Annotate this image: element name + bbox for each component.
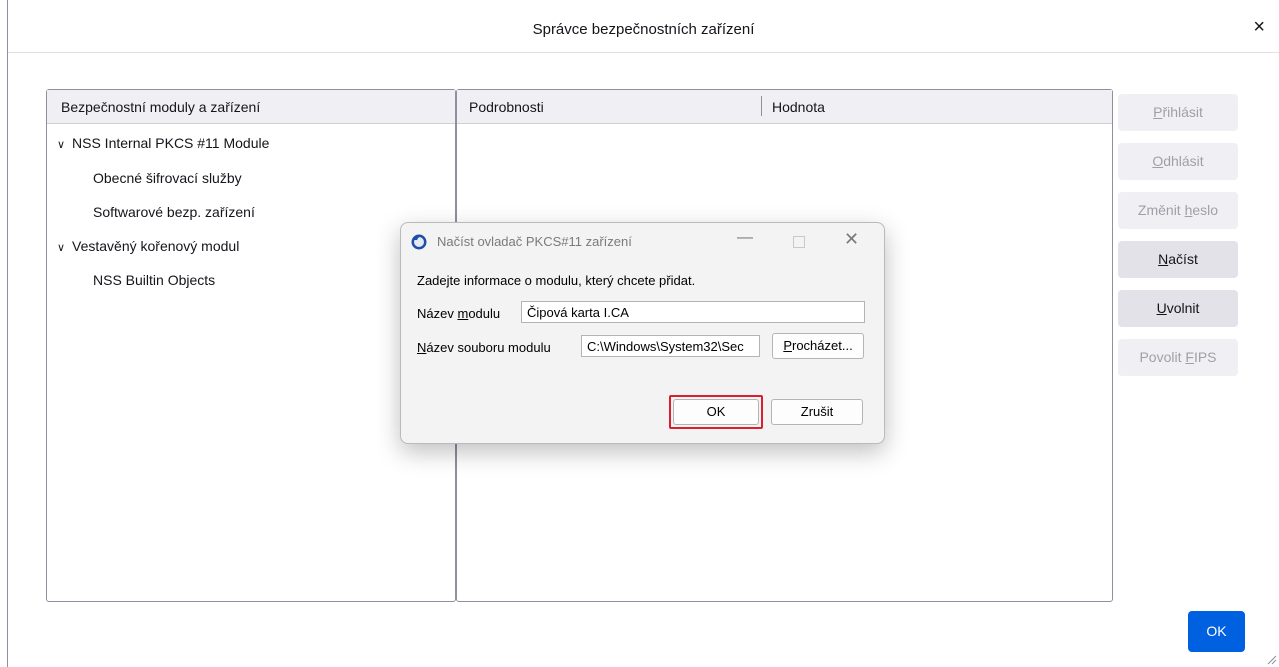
browse-button[interactable]: Procházet... [772,333,864,359]
title-bar: Správce bezpečnostních zařízení × [8,0,1279,53]
tree-item-software-device[interactable]: Softwarové bezp. zařízení [93,204,255,220]
module-name-input[interactable]: Čipová karta I.CA [521,301,865,323]
tree-header: Bezpečnostní moduly a zařízení [47,90,455,124]
close-icon[interactable]: × [1253,16,1265,38]
window-title: Správce bezpečnostních zařízení [532,21,755,38]
minimize-icon[interactable]: — [737,229,753,247]
module-name-label: Název modulu [417,306,501,321]
chevron-down-icon[interactable]: ∨ [57,241,69,254]
dialog-cancel-button[interactable]: Zrušit [771,399,863,425]
dialog-body: Zadejte informace o modulu, který chcete… [401,261,884,443]
dialog-title: Načíst ovladač PKCS#11 zařízení [437,234,632,249]
column-value[interactable]: Hodnota [772,99,825,115]
enable-fips-button[interactable]: Povolit FIPS [1118,339,1238,376]
column-details[interactable]: Podrobnosti [469,99,544,115]
module-file-input[interactable]: C:\Windows\System32\Sec [581,335,760,357]
load-pkcs11-dialog: Načíst ovladač PKCS#11 zařízení — ✕ Zade… [400,222,885,444]
tree-item-generic-crypto[interactable]: Obecné šifrovací služby [93,170,242,186]
logout-button[interactable]: Odhlásit [1118,143,1238,180]
dialog-instruction: Zadejte informace o modulu, který chcete… [417,273,696,288]
maximize-icon[interactable] [793,236,805,248]
tree-header-label: Bezpečnostní moduly a zařízení [61,99,261,115]
load-button[interactable]: Načíst [1118,241,1238,278]
column-separator[interactable] [761,96,762,116]
modules-tree-panel[interactable]: Bezpečnostní moduly a zařízení ∨ NSS Inte… [46,89,456,602]
tree-item-builtin-root[interactable]: ∨ Vestavěný kořenový modul [57,238,239,254]
unload-button[interactable]: Uvolnit [1118,290,1238,327]
firefox-icon [411,234,427,250]
tree-item-nss-internal[interactable]: ∨ NSS Internal PKCS #11 Module [57,135,269,151]
login-button[interactable]: Přihlásit [1118,94,1238,131]
window-left-border [7,0,8,667]
module-file-label: Název souboru modulu [417,340,551,355]
chevron-down-icon[interactable]: ∨ [57,138,69,151]
resize-grip-icon[interactable] [1265,653,1277,665]
tree-item-builtin-objects[interactable]: NSS Builtin Objects [93,272,215,288]
ok-highlight-box [669,395,763,429]
dialog-close-icon[interactable]: ✕ [844,229,859,250]
change-password-button[interactable]: Změnit heslo [1118,192,1238,229]
details-header: Podrobnosti Hodnota [457,90,1112,124]
main-ok-button[interactable]: OK [1188,611,1245,652]
